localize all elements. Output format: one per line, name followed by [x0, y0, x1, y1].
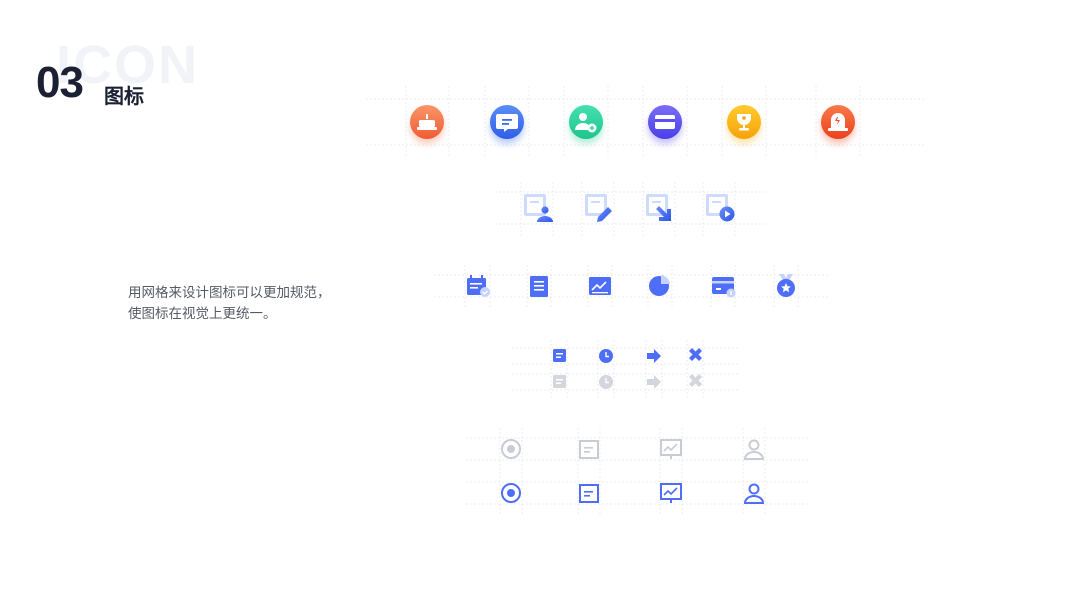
trophy-icon [727, 105, 761, 144]
calendar-check-icon [467, 275, 490, 297]
presentation-muted-icon [660, 439, 682, 459]
office-row-grid [434, 265, 830, 308]
cake-icon [410, 105, 444, 144]
alarm-icon [821, 105, 855, 144]
clock-icon [599, 349, 613, 363]
clipboard-icon [530, 276, 548, 297]
pie-chart-icon [649, 275, 670, 296]
document-user-icon [524, 194, 553, 222]
form-icon [579, 484, 599, 503]
document-download-icon [646, 194, 671, 221]
user-muted-icon [743, 439, 765, 460]
note-muted-icon [553, 375, 566, 388]
chart-board-icon [589, 277, 611, 295]
medal-icon [777, 274, 795, 297]
arrow-right-muted-icon [647, 375, 661, 389]
document-edit-icon [585, 194, 612, 222]
small-row-grid [512, 340, 738, 398]
add-user-icon [569, 105, 603, 144]
form-muted-icon [579, 440, 599, 459]
close-icon [689, 348, 702, 361]
icon-grid-canvas [366, 86, 925, 516]
note-icon [553, 349, 566, 362]
document-play-icon [706, 194, 735, 222]
wallet-icon [712, 277, 736, 298]
target-icon [501, 483, 521, 503]
clock-muted-icon [599, 375, 613, 389]
chat-icon [490, 105, 524, 144]
target-muted-icon [501, 439, 521, 459]
presentation-icon [660, 483, 682, 503]
close-muted-icon [689, 374, 702, 387]
card-icon [648, 105, 682, 144]
arrow-right-icon [647, 349, 661, 363]
user-icon [743, 483, 765, 504]
